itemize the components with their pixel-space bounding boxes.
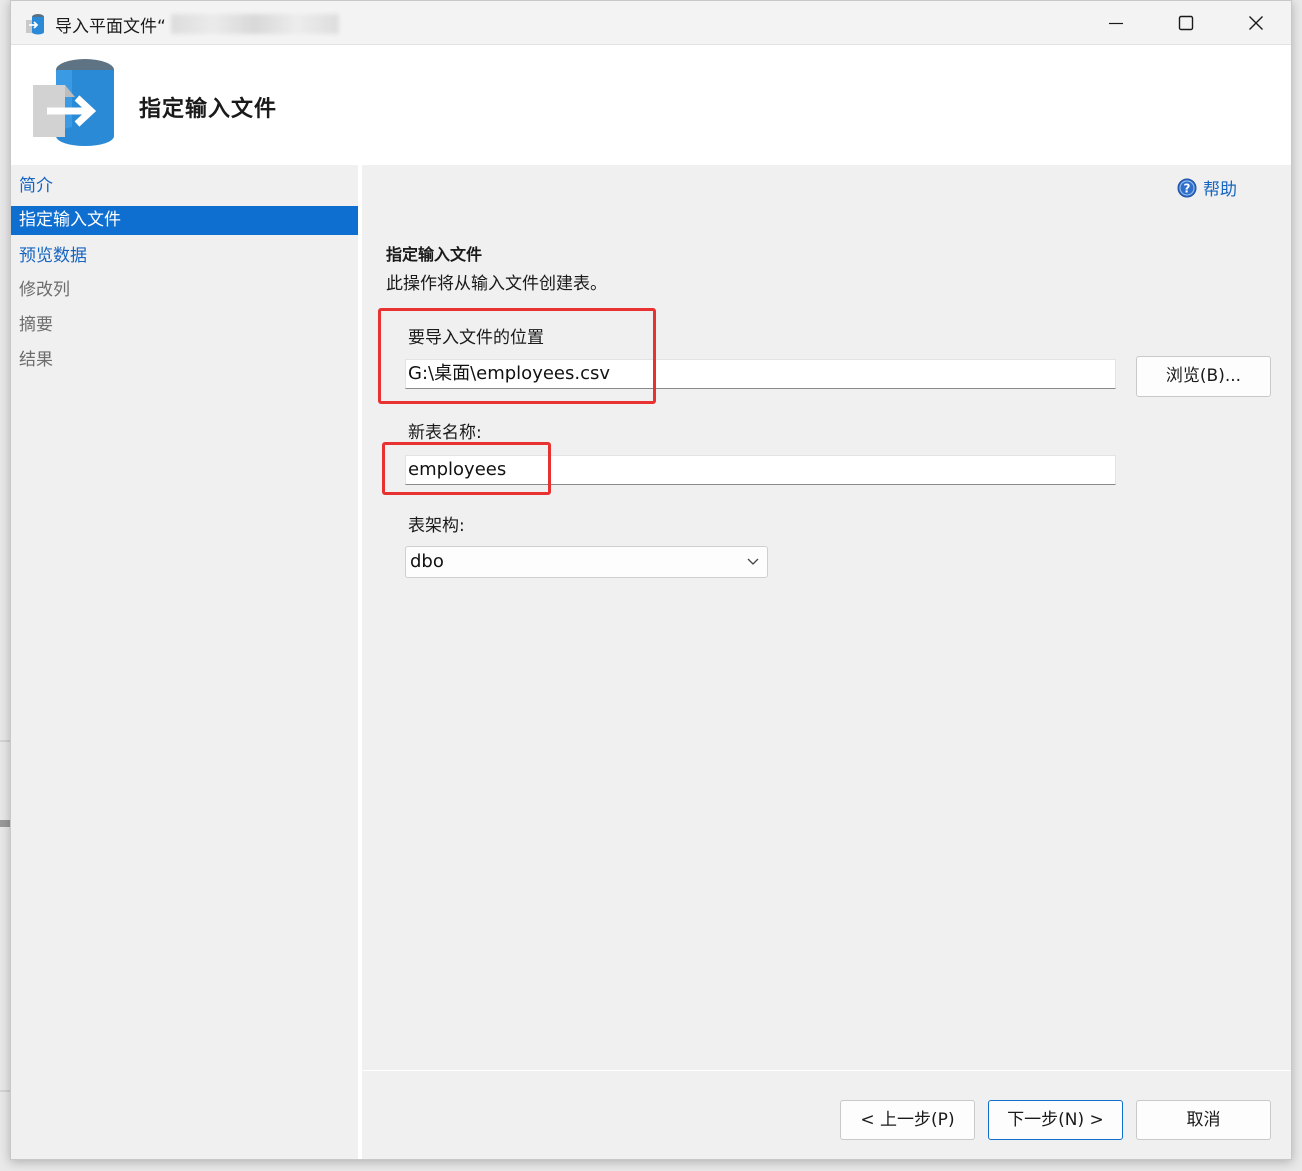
nav-item-results: 结果 (19, 350, 53, 370)
desktop-background-strip (0, 740, 10, 742)
nav-item-specify-input-file[interactable]: 指定输入文件 (11, 206, 358, 235)
wizard-header: 指定输入文件 (11, 45, 1291, 165)
section-title: 指定输入文件 (386, 245, 483, 264)
import-flat-file-icon (26, 14, 44, 35)
footer-divider (362, 1070, 1291, 1071)
minimize-button[interactable] (1081, 1, 1151, 45)
window-title: 导入平面文件“ (55, 17, 166, 37)
minimize-icon (1109, 22, 1123, 25)
header-title: 指定输入文件 (139, 97, 278, 122)
section-description: 此操作将从输入文件创建表。 (386, 274, 607, 294)
help-link[interactable]: ? 帮助 (1177, 175, 1237, 200)
next-button[interactable]: 下一步(N) > (988, 1100, 1123, 1140)
maximize-icon (1178, 15, 1194, 31)
maximize-button[interactable] (1151, 1, 1221, 45)
svg-text:?: ? (1184, 181, 1191, 195)
nav-item-intro[interactable]: 简介 (11, 172, 358, 201)
table-name-label: 新表名称: (408, 423, 482, 443)
database-import-icon (33, 59, 114, 146)
nav-item-preview-data[interactable]: 预览数据 (11, 242, 358, 271)
browse-button[interactable]: 浏览(B)... (1136, 356, 1271, 397)
schema-select[interactable]: dbo (405, 546, 768, 578)
nav-item-modify-columns: 修改列 (19, 280, 70, 300)
schema-label: 表架构: (408, 516, 465, 536)
cancel-button[interactable]: 取消 (1136, 1100, 1271, 1140)
desktop-background-strip (0, 820, 10, 827)
previous-button[interactable]: < 上一步(P) (840, 1100, 975, 1140)
import-wizard-window: 导入平面文件“ 指定输入文件 简介 指定输入文件 预览数据 修改列 摘要 结果 … (10, 0, 1292, 1160)
redacted-title-part (171, 14, 339, 34)
schema-select-value: dbo (410, 551, 444, 572)
wizard-step-nav: 简介 指定输入文件 预览数据 修改列 摘要 结果 (11, 165, 358, 1159)
close-icon (1249, 16, 1263, 30)
help-icon: ? (1177, 178, 1197, 197)
help-label: 帮助 (1203, 180, 1237, 200)
desktop-background-strip (0, 1090, 10, 1092)
chevron-down-icon (747, 558, 759, 565)
nav-item-summary: 摘要 (19, 315, 53, 335)
file-location-highlight (378, 308, 656, 404)
table-name-highlight (382, 442, 551, 495)
close-button[interactable] (1221, 1, 1291, 45)
title-bar[interactable]: 导入平面文件“ (11, 1, 1291, 45)
